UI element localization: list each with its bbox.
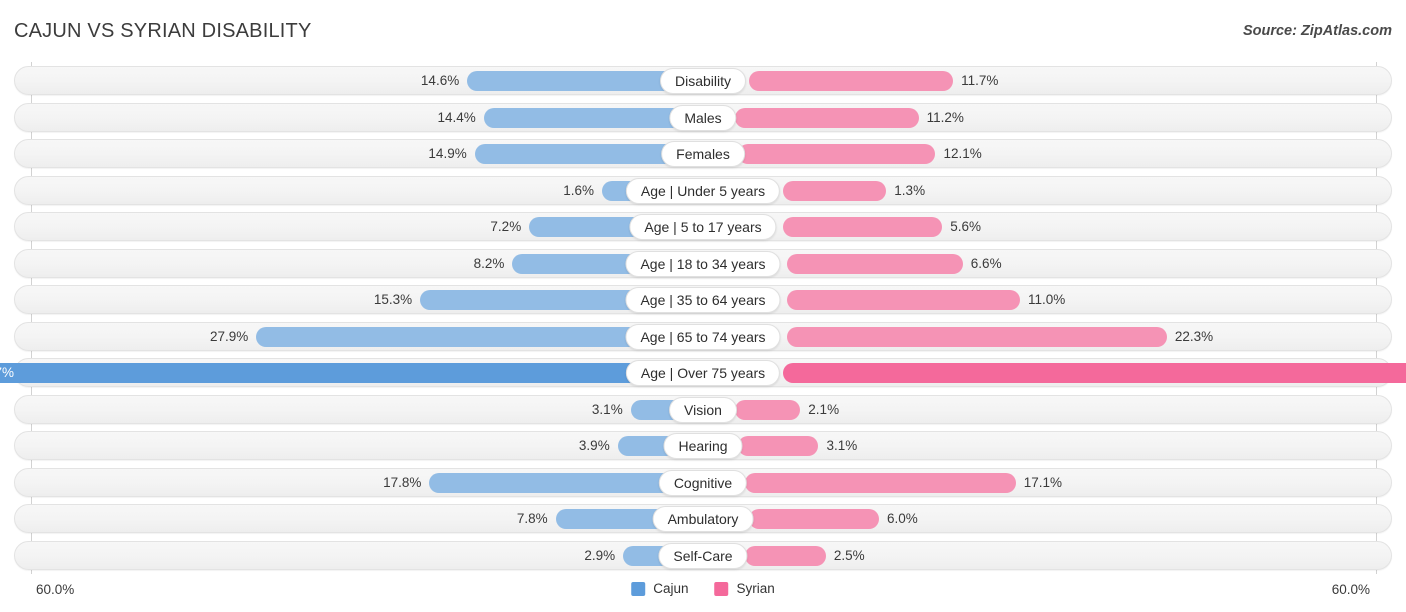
bar-syrian	[749, 71, 954, 91]
value-label-syrian: 6.6%	[970, 255, 1002, 271]
value-label-cajun: 3.1%	[591, 401, 623, 417]
bar-syrian	[787, 290, 1020, 310]
value-label-cajun: 14.4%	[437, 109, 476, 125]
chart-row: 2.9% 2.5% Self-Care	[0, 537, 1406, 574]
chart-page: CAJUN VS SYRIAN DISABILITY Source: ZipAt…	[0, 0, 1406, 612]
row-category-label: Disability	[659, 68, 747, 94]
axis-max-label-left: 60.0%	[36, 582, 75, 597]
legend-swatch-cajun	[631, 581, 646, 596]
row-category-label: Vision	[669, 396, 737, 423]
chart-legend: Cajun Syrian	[631, 581, 775, 596]
row-category-label: Age | 18 to 34 years	[625, 250, 781, 277]
row-category-label: Age | Under 5 years	[625, 177, 781, 204]
chart-row: 3.9% 3.1% Hearing	[0, 427, 1406, 464]
bar-syrian	[749, 509, 879, 529]
bar-syrian	[787, 326, 1167, 347]
value-label-cajun: 14.6%	[420, 73, 460, 88]
value-label-cajun: 17.8%	[383, 474, 422, 490]
value-label-syrian: 17.1%	[1023, 474, 1062, 490]
source-attribution: Source: ZipAtlas.com	[1242, 23, 1392, 39]
row-category-label: Cognitive	[658, 469, 748, 496]
chart-row: 14.4% 11.2% Males	[0, 99, 1406, 136]
legend-swatch-syrian	[714, 581, 729, 596]
chart-row: 7.8% 6.0% Ambulatory	[0, 500, 1406, 537]
page-title: CAJUN VS SYRIAN DISABILITY	[14, 20, 312, 42]
row-category-label: Age | 35 to 64 years	[625, 287, 781, 313]
value-label-syrian: 5.6%	[950, 219, 981, 234]
chart-plot-area: 14.6% 11.7% Disability 14.4% 11.2% Males 14.9%…	[0, 62, 1406, 574]
row-category-label: Age | 5 to 17 years	[629, 214, 777, 240]
row-category-label: Males	[669, 104, 737, 131]
legend-item[interactable]: Cajun	[631, 581, 689, 596]
value-label-cajun: 50.7%	[0, 365, 14, 380]
value-label-cajun: 1.6%	[563, 182, 594, 198]
value-label-syrian: 11.0%	[1028, 292, 1066, 307]
value-label-cajun: 2.9%	[584, 547, 616, 563]
value-label-cajun: 3.9%	[578, 438, 610, 453]
value-label-cajun: 27.9%	[210, 328, 249, 344]
bar-syrian	[737, 144, 936, 164]
chart-row: 17.8% 17.1% Cognitive	[0, 464, 1406, 501]
chart-rows: 14.6% 11.7% Disability 14.4% 11.2% Males 14.9%…	[0, 62, 1406, 573]
bar-syrian	[745, 545, 826, 566]
chart-row: 1.6% 1.3% Age | Under 5 years	[0, 172, 1406, 209]
row-category-label: Age | 65 to 74 years	[625, 323, 781, 350]
value-label-syrian: 2.5%	[833, 547, 865, 563]
bar-syrian	[783, 217, 943, 237]
chart-row: 15.3% 11.0% Age | 35 to 64 years	[0, 281, 1406, 318]
chart-row: 14.9% 12.1% Females	[0, 135, 1406, 172]
row-category-label: Ambulatory	[652, 506, 754, 532]
chart-row: 27.9% 22.3% Age | 65 to 74 years	[0, 318, 1406, 355]
legend-label: Syrian	[736, 581, 775, 596]
value-label-cajun: 7.2%	[490, 219, 522, 234]
axis-max-label-right: 60.0%	[1331, 582, 1370, 597]
bar-syrian	[783, 363, 1406, 383]
bar-syrian	[745, 472, 1016, 493]
row-category-label: Self-Care	[658, 542, 748, 569]
value-label-syrian: 11.2%	[926, 109, 964, 125]
value-label-syrian: 3.1%	[826, 438, 858, 453]
bar-syrian	[735, 107, 919, 128]
chart-row: 14.6% 11.7% Disability	[0, 62, 1406, 99]
chart-row: 8.2% 6.6% Age | 18 to 34 years	[0, 245, 1406, 282]
value-label-syrian: 1.3%	[894, 182, 926, 198]
chart-row: 3.1% 2.1% Vision	[0, 391, 1406, 428]
value-label-syrian: 2.1%	[808, 401, 840, 417]
bar-syrian	[735, 399, 801, 420]
row-category-label: Females	[661, 141, 745, 167]
row-category-label: Hearing	[663, 433, 743, 459]
chart-footer: 60.0% 60.0% Cajun Syrian	[0, 574, 1406, 612]
chart-row: 50.7%46.7%Age | Over 75 years	[0, 354, 1406, 391]
chart-header: CAJUN VS SYRIAN DISABILITY Source: ZipAt…	[0, 0, 1406, 62]
value-label-syrian: 22.3%	[1174, 328, 1214, 344]
bar-syrian	[787, 253, 963, 274]
bar-syrian	[737, 436, 819, 456]
legend-label: Cajun	[653, 581, 689, 596]
value-label-syrian: 6.0%	[887, 511, 918, 526]
legend-item[interactable]: Syrian	[714, 581, 775, 596]
value-label-cajun: 8.2%	[473, 255, 505, 271]
row-category-label: Age | Over 75 years	[625, 360, 781, 386]
value-label-syrian: 12.1%	[943, 146, 982, 161]
value-label-cajun: 7.8%	[516, 511, 548, 526]
value-label-syrian: 11.7%	[961, 73, 999, 88]
value-label-cajun: 15.3%	[373, 292, 413, 307]
bar-cajun	[0, 363, 709, 383]
value-label-cajun: 14.9%	[428, 146, 467, 161]
chart-row: 7.2% 5.6% Age | 5 to 17 years	[0, 208, 1406, 245]
bar-syrian	[783, 180, 887, 201]
